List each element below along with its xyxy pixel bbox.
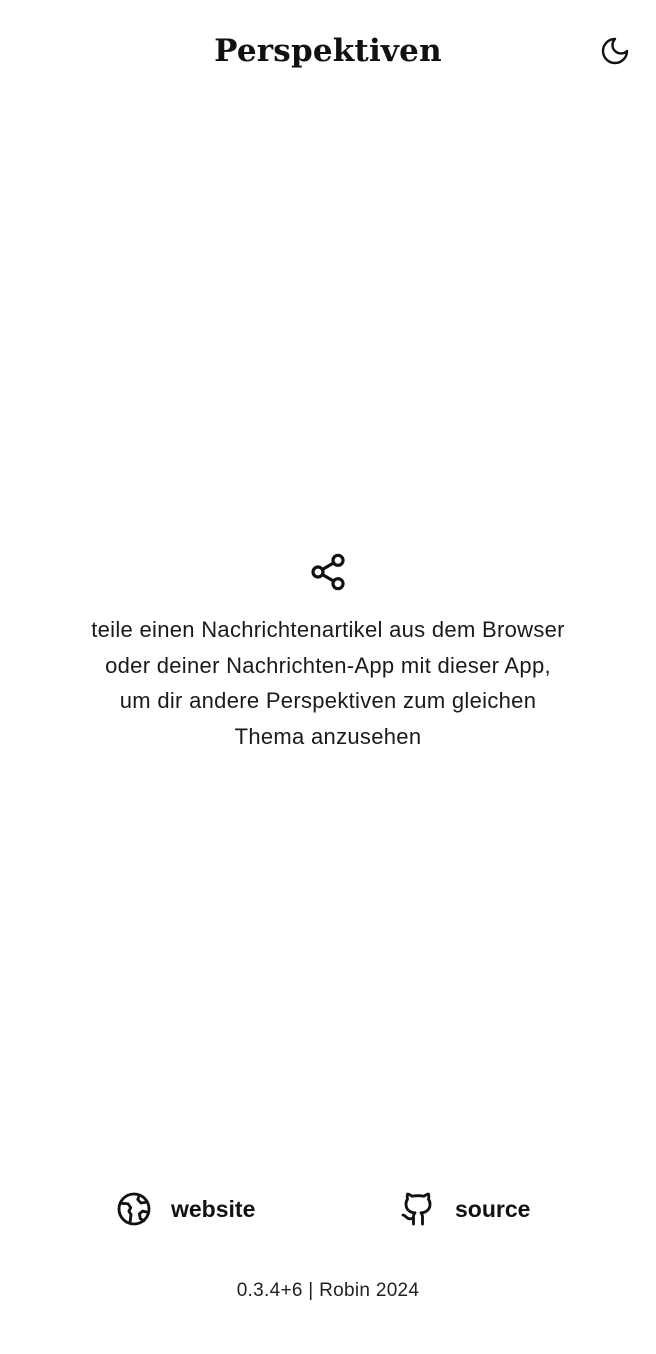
share-hint-text: teile einen Nachrichtenartikel aus dem B… [91,617,565,749]
website-link[interactable]: website [114,1184,255,1234]
app-title: Perspektiven [214,33,442,69]
links-row: website source [0,1184,656,1234]
source-link[interactable]: source [398,1184,530,1234]
app-header: Perspektiven [0,0,656,104]
moon-icon [601,37,629,65]
github-icon [398,1189,438,1229]
theme-toggle-button[interactable] [591,27,639,75]
website-link-label: website [171,1195,256,1222]
share-icon [311,553,345,591]
globe-icon [114,1189,154,1229]
empty-state: teile einen Nachrichtenartikel aus dem B… [0,552,656,754]
source-link-label: source [455,1195,531,1222]
version-footer: 0.3.4+6 | Robin 2024 [236,1280,420,1301]
